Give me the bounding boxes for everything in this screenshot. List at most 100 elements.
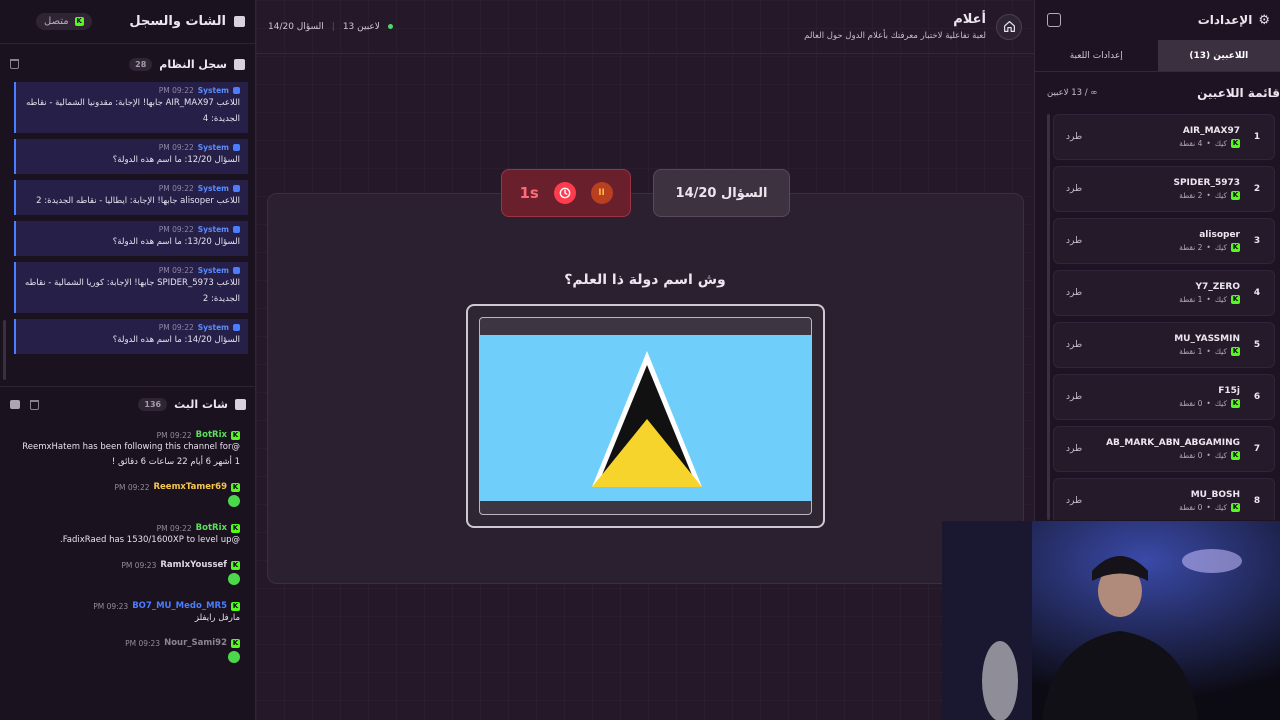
- syslog-title: 28 سجل النظام: [129, 57, 245, 71]
- chat-username[interactable]: ReemxTamer69: [154, 482, 228, 492]
- player-rank: 8: [1253, 496, 1261, 506]
- system-icon: [233, 267, 240, 274]
- kick-icon: K: [1231, 243, 1240, 252]
- syslog-time: 09:22 PM: [158, 86, 194, 95]
- kick-player-button[interactable]: طرد: [1066, 288, 1082, 298]
- player-rank: 1: [1253, 132, 1261, 142]
- online-dot-icon: [387, 24, 393, 29]
- collapse-panel-icon[interactable]: [1047, 13, 1061, 27]
- kick-player-button[interactable]: طرد: [1066, 392, 1082, 402]
- settings-tabs: اللاعبين (13) إعدادات اللعبة: [1035, 40, 1280, 72]
- player-name: SPIDER_5973: [1173, 178, 1240, 188]
- emote-icon: [228, 495, 240, 507]
- syslog-message: System 09:22 PM اللاعب SPIDER_5973 جابها! …: [14, 262, 248, 313]
- chat-log-title-text: الشات والسجل: [129, 14, 226, 29]
- pause-button[interactable]: II: [590, 182, 613, 204]
- kick-icon: K: [231, 560, 240, 570]
- kick-player-button[interactable]: طرد: [1066, 496, 1082, 506]
- player-row: 3 alisoper K كيك • 2 نقطة طرد: [1053, 218, 1275, 264]
- filter-icon[interactable]: [10, 400, 20, 409]
- player-name: AIR_MAX97: [1182, 126, 1240, 136]
- clear-syslog-icon[interactable]: [10, 59, 19, 69]
- player-rank: 2: [1253, 184, 1261, 194]
- syslog-sender: System: [197, 225, 229, 234]
- syslog-text: السؤال 12/20: ما اسم هذه الدولة؟: [112, 155, 240, 165]
- clock-icon: [553, 182, 576, 204]
- syslog-text: السؤال 13/20: ما اسم هذه الدولة؟: [112, 237, 240, 247]
- chat-bubble-icon: [235, 399, 246, 410]
- player-row: 5 MU_YASSMIN K كيك • 1 نقطة طرد: [1053, 322, 1275, 368]
- kick-icon: K: [1231, 139, 1240, 148]
- system-icon: [233, 324, 240, 331]
- syslog-time: 09:22 PM: [158, 225, 194, 234]
- player-row: 7 AB_MARK_ABN_ABGAMING K كيك • 0 نقطة طرد: [1053, 426, 1275, 472]
- kick-player-button[interactable]: طرد: [1066, 132, 1082, 142]
- player-points: 4 نقطة: [1179, 139, 1203, 148]
- player-row: 4 Y7_ZERO K كيك • 1 نقطة طرد: [1053, 270, 1275, 316]
- settings-header: ⚙ الإعدادات: [1035, 0, 1280, 40]
- player-points: 1 نقطة: [1179, 295, 1203, 304]
- kick-player-button[interactable]: طرد: [1066, 184, 1082, 194]
- kick-icon: K: [231, 601, 240, 611]
- settings-title-text: الإعدادات: [1197, 13, 1253, 27]
- clear-chat-icon[interactable]: [30, 399, 39, 410]
- player-rank: 3: [1253, 236, 1261, 246]
- player-row: 6 F15j K كيك • 0 نقطة طرد: [1053, 374, 1275, 420]
- players-scrollbar[interactable]: [1047, 114, 1050, 520]
- saint-lucia-flag-icon: [480, 335, 811, 501]
- player-name: alisoper: [1199, 230, 1240, 240]
- emote-icon: [228, 651, 240, 663]
- chat-list: K BotRix 09:22 PM @ReemxHatem has been foll…: [0, 430, 256, 720]
- player-row: 2 SPIDER_5973 K كيك • 2 نقطة طرد: [1053, 166, 1275, 212]
- kick-icon: K: [1231, 191, 1240, 200]
- player-platform: كيك: [1214, 191, 1227, 200]
- gear-icon: ⚙: [1258, 12, 1270, 28]
- syslog-sender: System: [197, 143, 229, 152]
- question-progress: السؤال 14/20: [268, 21, 324, 32]
- player-platform: كيك: [1214, 347, 1227, 356]
- player-row: 1 AIR_MAX97 K كيك • 4 نقطة طرد: [1053, 114, 1275, 160]
- chat-log-panel: متصل K الشات والسجل 28 سجل النظام System…: [0, 0, 256, 720]
- syslog-scrollbar[interactable]: [3, 320, 6, 380]
- kick-player-button[interactable]: طرد: [1066, 444, 1082, 454]
- chat-username[interactable]: BotRix: [196, 430, 227, 440]
- connection-status: متصل K: [36, 13, 92, 30]
- info-icon: [234, 58, 245, 70]
- chat-username[interactable]: BotRix: [196, 523, 227, 533]
- syslog-sender: System: [197, 323, 229, 332]
- chat-header: 136 شات البث: [0, 386, 256, 422]
- syslog-title-text: سجل النظام: [159, 57, 227, 71]
- kick-icon: K: [1231, 399, 1240, 408]
- player-points: 2 نقطة: [1179, 191, 1203, 200]
- syslog-time: 09:22 PM: [158, 266, 194, 275]
- syslog-message: System 09:22 PM اللاعب alisoper جابها! الإ…: [14, 180, 248, 215]
- player-name: MU_YASSMIN: [1174, 334, 1240, 344]
- syslog-sender: System: [197, 266, 229, 275]
- kick-icon: K: [231, 523, 240, 533]
- question-number-pill: السؤال 14/20: [653, 169, 790, 217]
- system-icon: [233, 185, 240, 192]
- kick-icon: K: [231, 638, 240, 648]
- player-platform: كيك: [1214, 451, 1227, 460]
- player-name: F15j: [1218, 386, 1240, 396]
- streamer-webcam-image: [942, 521, 1280, 720]
- kick-icon: K: [1231, 503, 1240, 512]
- tab-game-settings[interactable]: إعدادات اللعبة: [1035, 40, 1158, 71]
- player-name: MU_BOSH: [1190, 490, 1240, 500]
- chat-username[interactable]: Nour_Sami92: [164, 638, 227, 648]
- home-button[interactable]: [996, 13, 1022, 40]
- chat-time: 09:22 PM: [156, 430, 192, 440]
- tab-players[interactable]: اللاعبين (13): [1157, 40, 1280, 71]
- player-platform: كيك: [1214, 139, 1227, 148]
- chat-username[interactable]: BO7_MU_Medo_MR5: [132, 601, 227, 611]
- chat-log-header: متصل K الشات والسجل: [0, 0, 255, 44]
- chat-time: 09:22 PM: [114, 482, 150, 492]
- chat-message: K BotRix 09:22 PM @FadixRaed has 1530/1600X…: [16, 523, 240, 548]
- chat-message: K RamIxYoussef 09:23 PM: [16, 560, 240, 589]
- kick-player-button[interactable]: طرد: [1066, 236, 1082, 246]
- game-area: السؤال 14/20 | 13 لاعبين أعلام لعبة تفاع…: [256, 0, 1034, 720]
- kick-player-button[interactable]: طرد: [1066, 340, 1082, 350]
- chat-text: مارفل رايفلز: [194, 613, 240, 623]
- player-points: 2 نقطة: [1179, 243, 1203, 252]
- chat-username[interactable]: RamIxYoussef: [160, 560, 227, 570]
